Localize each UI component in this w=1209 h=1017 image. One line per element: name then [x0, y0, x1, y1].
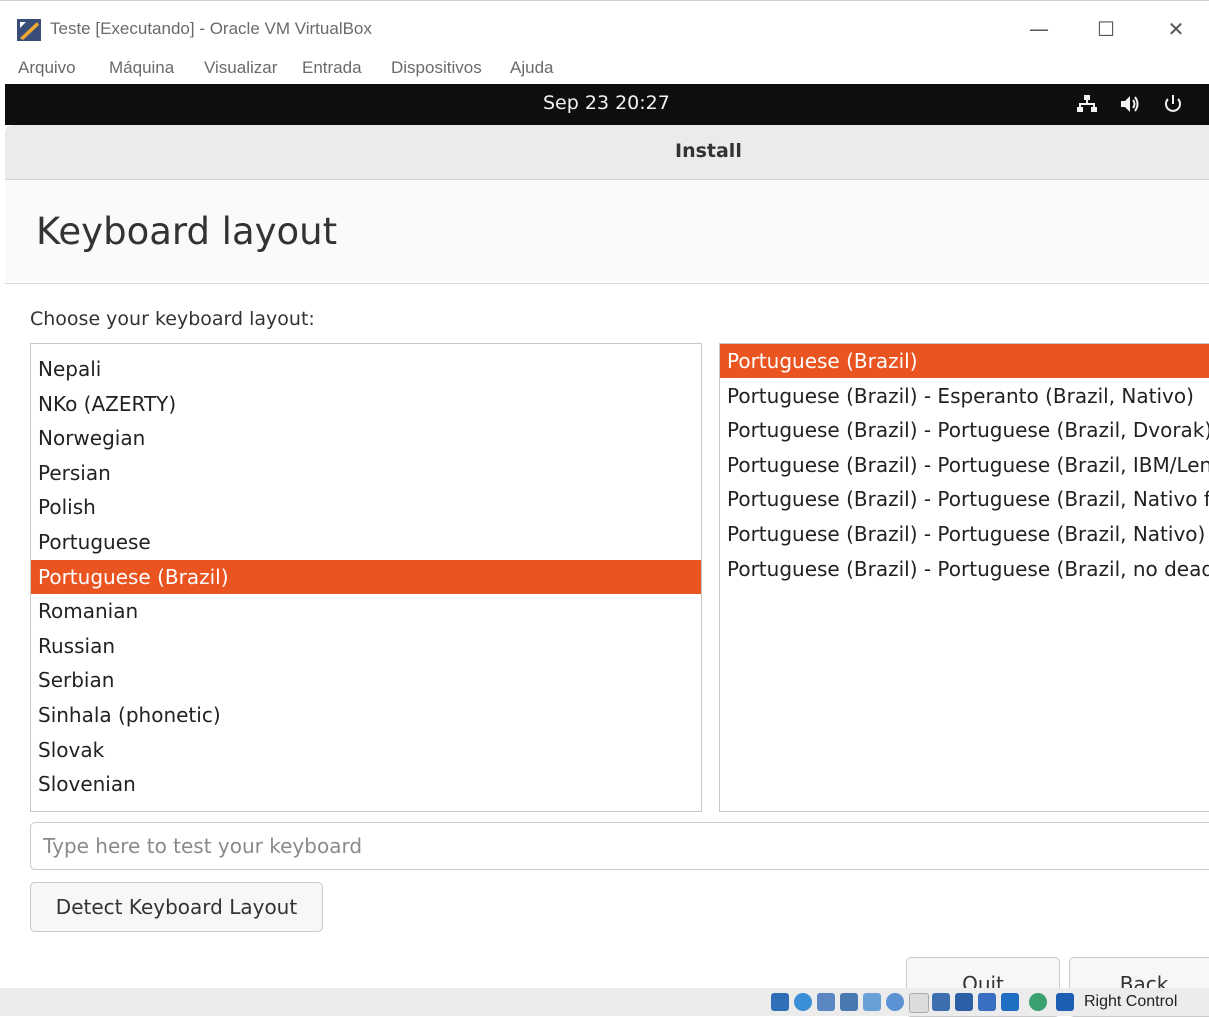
close-button[interactable]: ✕ — [1156, 11, 1196, 47]
optical-drive-icon[interactable] — [794, 993, 812, 1011]
volume-icon[interactable] — [1119, 93, 1141, 115]
menu-maquina[interactable]: Máquina — [109, 58, 174, 78]
layout-list-item[interactable]: Slovak — [31, 733, 701, 767]
layout-list-item[interactable]: Russian — [31, 629, 701, 663]
layout-list-item[interactable]: Nepali — [31, 352, 701, 386]
vbox-statusbar: Right Control — [0, 988, 1209, 1016]
installer-header: Install — [5, 125, 1209, 180]
maximize-button[interactable]: ☐ — [1086, 11, 1126, 47]
layout-list-item[interactable]: NKo (AZERTY) — [31, 387, 701, 421]
usb-icon[interactable] — [863, 993, 881, 1011]
variant-list[interactable]: Portuguese (Brazil) Portuguese (Brazil) -… — [719, 343, 1209, 812]
host-menubar: Arquivo Máquina Visualizar Entrada Dispo… — [0, 54, 1209, 84]
shared-clipboard-icon[interactable] — [955, 993, 973, 1011]
ubuntu-topbar: Sep 23 20:27 — [5, 84, 1209, 125]
layout-list-item[interactable]: Norwegian — [31, 421, 701, 455]
video-capture-icon[interactable] — [932, 993, 950, 1011]
variant-list-item[interactable]: Portuguese (Brazil) - Portuguese (Brazil… — [720, 517, 1209, 551]
audio-icon[interactable] — [817, 993, 835, 1011]
installer-window: Install Keyboard layout Choose your keyb… — [5, 125, 1209, 1017]
layout-list-item[interactable]: Slovenian — [31, 767, 701, 801]
hard-disk-icon[interactable] — [771, 993, 789, 1011]
page-title: Keyboard layout — [36, 210, 338, 253]
layout-list-item[interactable]: Serbian — [31, 663, 701, 697]
guest-additions-icon[interactable] — [1029, 993, 1047, 1011]
variant-list-item[interactable]: Portuguese (Brazil) - Portuguese (Brazil… — [720, 482, 1209, 516]
choose-layout-label: Choose your keyboard layout: — [30, 308, 315, 330]
installer-title: Install — [675, 140, 742, 162]
layout-list-item[interactable]: Portuguese (Brazil) — [31, 559, 701, 594]
keyboard-test-input[interactable] — [30, 822, 1209, 870]
network-adapter-icon[interactable] — [840, 993, 858, 1011]
shared-folders-icon[interactable] — [886, 993, 904, 1011]
virtualbox-logo-icon — [17, 19, 41, 41]
layout-list-item[interactable]: Sinhala (phonetic) — [31, 698, 701, 732]
variant-list-item[interactable]: Portuguese (Brazil) — [720, 344, 1209, 378]
menu-arquivo[interactable]: Arquivo — [18, 58, 76, 78]
page-title-band: Keyboard layout — [5, 180, 1209, 284]
variant-list-item[interactable]: Portuguese (Brazil) - Portuguese (Brazil… — [720, 413, 1209, 447]
power-icon[interactable] — [1162, 93, 1184, 115]
layout-list-item[interactable]: Romanian — [31, 594, 701, 628]
virtualization-icon[interactable] — [978, 993, 996, 1011]
network-icon[interactable] — [1076, 93, 1098, 115]
host-window-title: Teste [Executando] - Oracle VM VirtualBo… — [50, 19, 372, 38]
display-icon[interactable] — [909, 993, 929, 1013]
variant-list-item[interactable]: Portuguese (Brazil) - Portuguese (Brazil… — [720, 448, 1209, 482]
clock[interactable]: Sep 23 20:27 — [543, 92, 670, 114]
layout-list-item[interactable]: Persian — [31, 456, 701, 490]
layout-list[interactable]: Nepali NKo (AZERTY) Norwegian Persian Polish… — [30, 343, 702, 812]
mouse-integration-icon[interactable] — [1001, 993, 1019, 1011]
host-key-label: Right Control — [1084, 993, 1178, 1010]
menu-entrada[interactable]: Entrada — [302, 58, 362, 78]
menu-visualizar[interactable]: Visualizar — [204, 58, 277, 78]
menu-ajuda[interactable]: Ajuda — [510, 58, 553, 78]
menu-dispositivos[interactable]: Dispositivos — [391, 58, 482, 78]
layout-list-item[interactable]: Portuguese — [31, 525, 701, 559]
host-key-icon[interactable] — [1056, 993, 1074, 1011]
layout-list-item[interactable]: Polish — [31, 490, 701, 524]
host-titlebar: Teste [Executando] - Oracle VM VirtualBo… — [0, 0, 1209, 55]
minimize-button[interactable]: — — [1019, 11, 1059, 47]
detect-keyboard-layout-button[interactable]: Detect Keyboard Layout — [30, 882, 323, 932]
variant-list-item[interactable]: Portuguese (Brazil) - Portuguese (Brazil… — [720, 552, 1209, 586]
variant-list-item[interactable]: Portuguese (Brazil) - Esperanto (Brazil,… — [720, 379, 1209, 413]
